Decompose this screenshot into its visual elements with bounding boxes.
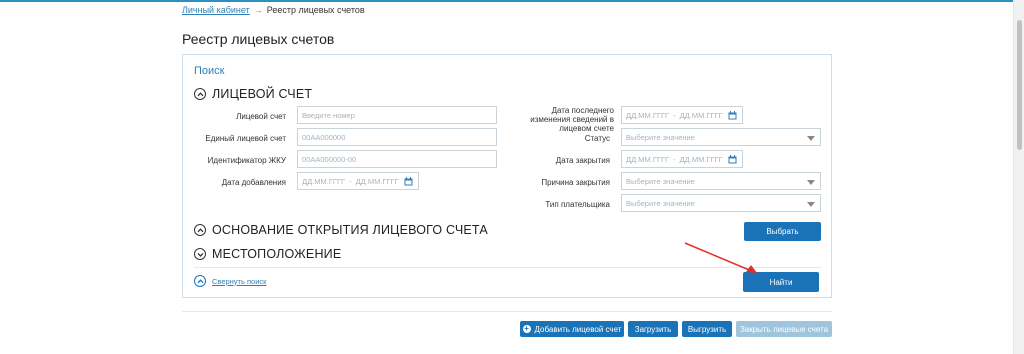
section-basis-label: ОСНОВАНИЕ ОТКРЫТИЯ ЛИЦЕВОГО СЧЕТА [212, 223, 488, 237]
panel-divider [194, 267, 821, 268]
status-select-value: Выберите значение [626, 132, 695, 142]
choose-button[interactable]: Выбрать [744, 222, 821, 241]
chevron-down-icon [807, 202, 815, 207]
calendar-icon[interactable] [404, 177, 413, 186]
top-accent-line [0, 0, 1024, 2]
jku-id-input[interactable] [297, 150, 497, 168]
account-number-input[interactable] [297, 106, 497, 124]
download-button[interactable]: Выгрузить [682, 321, 732, 337]
closing-date-dash: - [673, 154, 676, 164]
date-added-to: ДД.ММ.ГГГГ [355, 176, 399, 186]
scrollbar-thumb[interactable] [1017, 20, 1022, 150]
collapse-search-link[interactable]: Свернуть поиск [194, 275, 266, 287]
unified-account-label: Единый лицевой счет [205, 134, 286, 143]
payer-type-select[interactable]: Выберите значение [621, 194, 821, 212]
page-scrollbar[interactable] [1013, 0, 1024, 354]
status-select[interactable]: Выберите значение [621, 128, 821, 146]
section-account-label: ЛИЦЕВОЙ СЧЕТ [212, 87, 313, 101]
closing-date-range[interactable]: ДД.ММ.ГГГГ - ДД.ММ.ГГГГ [621, 150, 743, 168]
breadcrumb-current: Реестр лицевых счетов [266, 5, 365, 15]
closing-date-label: Дата закрытия [555, 156, 610, 165]
payer-type-label: Тип плательщика [545, 200, 610, 209]
section-location-toggle[interactable]: МЕСТОПОЛОЖЕНИЕ [194, 247, 341, 261]
unified-account-input[interactable] [297, 128, 497, 146]
section-account-toggle[interactable]: ЛИЦЕВОЙ СЧЕТ [194, 87, 312, 101]
breadcrumb-separator: → [253, 5, 263, 15]
calendar-icon[interactable] [728, 155, 737, 164]
chevron-up-icon [194, 224, 206, 236]
last-change-date-label: Дата последнего изменения сведений в лиц… [530, 106, 614, 133]
closing-reason-select[interactable]: Выберите значение [621, 172, 821, 190]
date-added-dash: - [349, 176, 352, 186]
status-label: Статус [584, 134, 610, 143]
account-number-label: Лицевой счет [236, 112, 286, 121]
last-change-to: ДД.ММ.ГГГГ [679, 110, 723, 120]
closing-reason-value: Выберите значение [626, 176, 695, 186]
last-change-dash: - [673, 110, 676, 120]
chevron-up-icon [194, 88, 206, 100]
section-location-label: МЕСТОПОЛОЖЕНИЕ [212, 247, 342, 261]
last-change-from: ДД.ММ.ГГГГ [626, 110, 670, 120]
date-added-from: ДД.ММ.ГГГГ [302, 176, 346, 186]
jku-id-label: Идентификатор ЖКУ [207, 156, 286, 165]
calendar-icon[interactable] [728, 111, 737, 120]
closing-reason-label: Причина закрытия [541, 178, 610, 187]
chevron-down-icon [807, 136, 815, 141]
breadcrumb-home-link[interactable]: Личный кабинет [182, 5, 250, 15]
close-accounts-button: Закрыть лицевые счета [736, 321, 832, 337]
last-change-date-range[interactable]: ДД.ММ.ГГГГ - ДД.ММ.ГГГГ [621, 106, 743, 124]
collapse-search-label: Свернуть поиск [212, 276, 267, 286]
section-basis-toggle[interactable]: ОСНОВАНИЕ ОТКРЫТИЯ ЛИЦЕВОГО СЧЕТА [194, 223, 488, 237]
chevron-down-icon [807, 180, 815, 185]
chevron-up-icon [194, 275, 206, 287]
date-added-range[interactable]: ДД.ММ.ГГГГ - ДД.ММ.ГГГГ [297, 172, 419, 190]
search-panel: Поиск ЛИЦЕВОЙ СЧЕТ Лицевой счет Единый л… [182, 54, 832, 298]
plus-icon: + [522, 324, 531, 333]
chevron-down-icon [194, 248, 206, 260]
footer-divider [182, 311, 832, 312]
page-title: Реестр лицевых счетов [182, 31, 335, 47]
closing-date-from: ДД.ММ.ГГГГ [626, 154, 670, 164]
find-button[interactable]: Найти [743, 272, 819, 292]
upload-button[interactable]: Загрузить [628, 321, 678, 337]
closing-date-to: ДД.ММ.ГГГГ [679, 154, 723, 164]
search-caption: Поиск [194, 65, 225, 77]
date-added-label: Дата добавления [221, 178, 286, 187]
add-account-button[interactable]: + Добавить лицевой счет [520, 321, 624, 337]
add-account-label: Добавить лицевой счет [534, 324, 622, 334]
breadcrumb: Личный кабинет → Реестр лицевых счетов [182, 5, 365, 15]
payer-type-value: Выберите значение [626, 198, 695, 208]
